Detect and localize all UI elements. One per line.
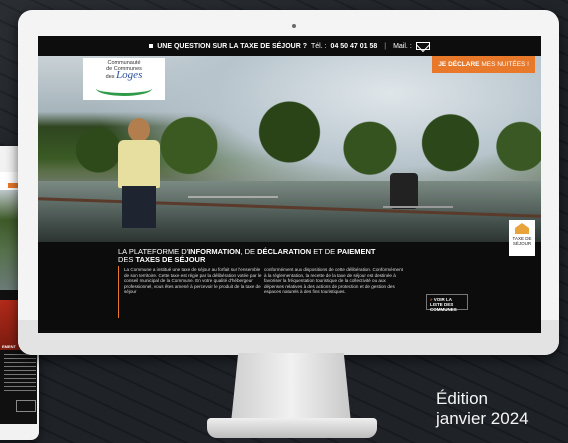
platform-headline: LA PLATEFORME D'INFORMATION, DE DÉCLARAT… bbox=[118, 247, 376, 264]
community-logo[interactable]: Communauté de Communes des Loges bbox=[83, 58, 165, 100]
intro-text-column-2: conformément aux dispositions de cette d… bbox=[264, 267, 403, 295]
desktop-monitor: UNE QUESTION SUR LA TAXE DE SÉJOUR ? Tél… bbox=[18, 10, 559, 355]
mail-icon[interactable] bbox=[415, 42, 430, 50]
accent-divider bbox=[118, 266, 119, 318]
monitor-stand-base bbox=[207, 418, 377, 438]
tablet-headline: EMENT bbox=[2, 344, 16, 349]
bike-bag bbox=[390, 173, 418, 209]
edition-caption: Édition janvier 2024 bbox=[436, 389, 529, 429]
tablet-list-button bbox=[16, 400, 36, 412]
logo-swoosh-icon bbox=[96, 81, 152, 96]
edition-date: janvier 2024 bbox=[436, 409, 529, 428]
info-topbar: UNE QUESTION SUR LA TAXE DE SÉJOUR ? Tél… bbox=[38, 36, 541, 56]
topbar-separator: | bbox=[384, 42, 387, 50]
phone-link[interactable]: 04 50 47 01 58 bbox=[331, 43, 378, 50]
camera-icon bbox=[292, 24, 296, 28]
tablet-body-text bbox=[4, 354, 36, 394]
see-communes-list-button[interactable]: » VOIR LA LISTE DES COMMUNES bbox=[426, 294, 468, 312]
badge-label: TAXE DE SÉJOUR bbox=[512, 236, 532, 246]
mail-label: Mail. : bbox=[393, 42, 412, 50]
intro-text-column-1: La Commune a institué une taxe de séjour… bbox=[124, 267, 262, 295]
hero-image: Communauté de Communes des Loges JE DÉCL… bbox=[38, 56, 541, 242]
cyclist-figure bbox=[110, 118, 170, 228]
topbar-question: UNE QUESTION SUR LA TAXE DE SÉJOUR ? bbox=[157, 42, 307, 50]
house-icon bbox=[515, 223, 529, 234]
logo-line3: des Loges bbox=[105, 69, 143, 81]
tel-label: Tél. : bbox=[310, 42, 327, 50]
edition-label: Édition bbox=[436, 389, 488, 408]
square-bullet-icon bbox=[149, 44, 154, 48]
taxe-sejour-badge[interactable]: TAXE DE SÉJOUR bbox=[509, 220, 535, 256]
declare-nights-button[interactable]: JE DÉCLARE MES NUITÉES ! bbox=[432, 56, 535, 73]
bicycle-2 bbox=[383, 206, 453, 228]
info-panel: LA PLATEFORME D'INFORMATION, DE DÉCLARAT… bbox=[38, 242, 541, 333]
monitor-stand-neck bbox=[231, 353, 351, 423]
monitor-screen: UNE QUESTION SUR LA TAXE DE SÉJOUR ? Tél… bbox=[38, 36, 541, 333]
bicycle bbox=[188, 196, 278, 222]
